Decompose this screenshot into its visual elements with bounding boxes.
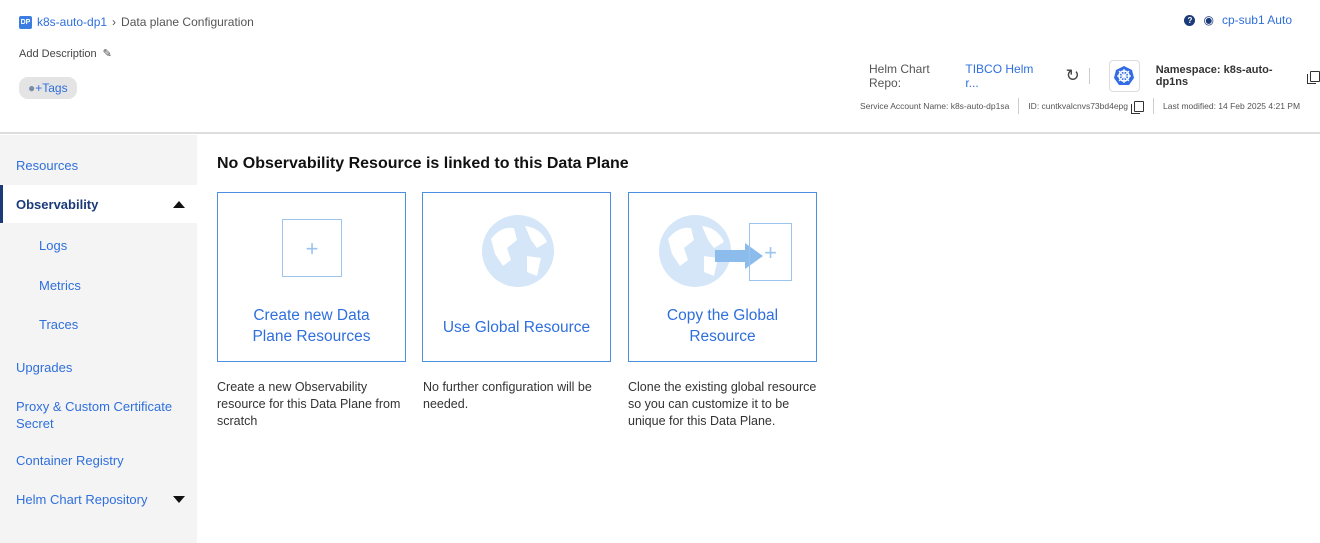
dataplane-id: ID: cuntkvalcnvs73bd4epg (1028, 101, 1129, 111)
kubernetes-icon (1108, 60, 1140, 92)
tags-label: +Tags (35, 81, 68, 95)
add-tags-button[interactable]: ●+Tags (19, 77, 77, 99)
helm-repo-label: Helm Chart Repo: (869, 62, 930, 90)
helm-repo-link[interactable]: TIBCO Helm r... (965, 62, 1047, 90)
breadcrumb: DP k8s-auto-dp1 › Data plane Configurati… (19, 15, 254, 29)
service-account: Service Account Name: k8s-auto-dp1sa (860, 101, 1010, 111)
globe-icon (482, 215, 554, 287)
dataplane-badge: DP (19, 15, 32, 29)
sidebar-item-observability[interactable]: Observability (0, 185, 197, 223)
plus-icon: + (282, 219, 342, 277)
sidebar: Resources Observability Logs Metrics Tra… (0, 135, 197, 543)
plus-icon: + (749, 223, 792, 281)
divider (1153, 98, 1155, 114)
sidebar-item-container-registry[interactable]: Container Registry (0, 453, 197, 468)
sidebar-item-logs[interactable]: Logs (0, 238, 197, 253)
chevron-right-icon: › (112, 15, 117, 29)
user-icon: ◉ (1203, 13, 1214, 27)
breadcrumb-dataplane-link[interactable]: k8s-auto-dp1 (37, 15, 107, 29)
pencil-icon[interactable]: ✎ (103, 47, 112, 60)
sidebar-item-traces[interactable]: Traces (0, 317, 197, 332)
use-global-resource-card[interactable]: Use Global Resource (422, 192, 611, 362)
card-label: Copy the Global Resource (666, 307, 779, 345)
last-modified: Last modified: 14 Feb 2025 4:21 PM (1163, 101, 1301, 111)
copy-global-resource-card[interactable]: + Copy the Global Resource (628, 192, 817, 362)
card-label: Use Global Resource (442, 319, 591, 336)
sidebar-item-upgrades[interactable]: Upgrades (0, 360, 197, 375)
create-new-resource-card[interactable]: + Create new Data Plane Resources (217, 192, 406, 362)
card-description: Create a new Observability resource for … (217, 380, 401, 428)
card-description: No further configuration will be needed. (423, 380, 592, 411)
user-menu[interactable]: cp-sub1 Auto (1222, 13, 1292, 27)
namespace: Namespace: k8s-auto-dp1ns (1155, 64, 1273, 88)
card-label: Create new Data Plane Resources (252, 307, 371, 345)
copy-icon[interactable] (1307, 70, 1320, 84)
caret-down-icon[interactable] (173, 496, 185, 503)
sidebar-item-helm-chart-repository[interactable]: Helm Chart Repository (0, 492, 197, 507)
divider (1088, 68, 1090, 84)
header: DP k8s-auto-dp1 › Data plane Configurati… (0, 0, 1320, 134)
copy-icon[interactable] (1131, 100, 1145, 114)
sidebar-item-label: Observability (16, 196, 99, 212)
sidebar-item-metrics[interactable]: Metrics (0, 278, 197, 293)
add-description[interactable]: Add Description ✎ (19, 47, 112, 61)
add-description-label: Add Description (19, 47, 97, 60)
sidebar-item-resources[interactable]: Resources (0, 158, 197, 173)
page-title: No Observability Resource is linked to t… (217, 155, 629, 172)
refresh-icon[interactable]: ↻ (1065, 66, 1079, 86)
card-description: Clone the existing global resource so yo… (628, 380, 817, 428)
sidebar-item-label: Helm Chart Repository (16, 492, 148, 507)
sidebar-item-proxy[interactable]: Proxy & Custom Certificate Secret (0, 398, 180, 432)
breadcrumb-current: Data plane Configuration (121, 15, 254, 29)
caret-up-icon[interactable] (173, 200, 185, 208)
help-icon[interactable]: ? (1184, 14, 1196, 26)
divider (1018, 98, 1020, 114)
